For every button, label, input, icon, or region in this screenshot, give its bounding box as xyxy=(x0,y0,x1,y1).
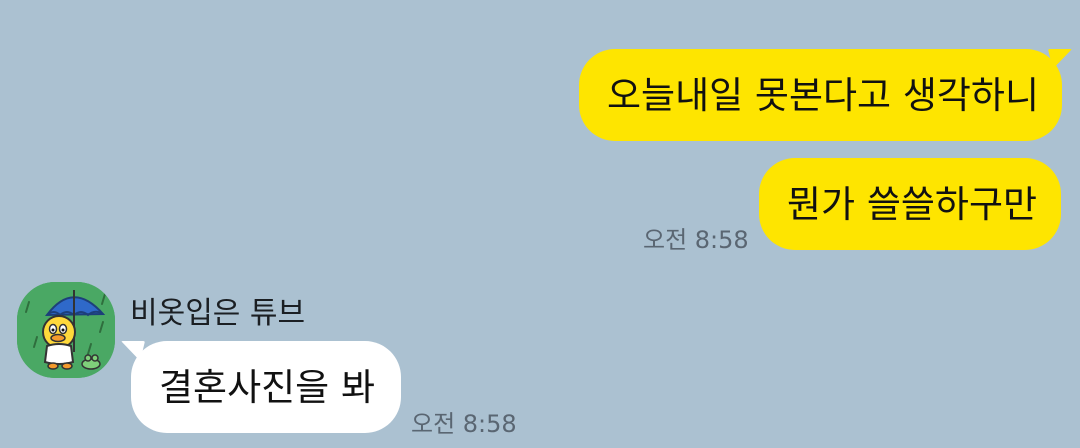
message-timestamp: 오전 8:58 xyxy=(643,226,749,254)
avatar[interactable] xyxy=(17,282,115,378)
message-text: 결혼사진을 봐 xyxy=(159,365,376,409)
message-text: 뭔가 쓸쓸하구만 xyxy=(787,182,1038,226)
sender-name: 비옷입은 튜브 xyxy=(130,296,306,331)
message-text: 오늘내일 못본다고 생각하니 xyxy=(607,73,1040,117)
chat-area: 오늘내일 못본다고 생각하니 뭔가 쓸쓸하구만 오전 8:58 비옷입은 튜브 … xyxy=(0,0,1080,448)
message-timestamp: 오전 8:58 xyxy=(411,410,517,438)
bubble-tail xyxy=(121,341,145,361)
incoming-message-bubble[interactable]: 결혼사진을 봐 xyxy=(121,341,401,433)
outgoing-message-bubble[interactable]: 오늘내일 못본다고 생각하니 xyxy=(579,49,1072,141)
bubble-tail xyxy=(1048,49,1072,69)
tube-raincoat-umbrella-icon xyxy=(17,282,115,378)
outgoing-message-bubble[interactable]: 뭔가 쓸쓸하구만 xyxy=(759,158,1061,250)
